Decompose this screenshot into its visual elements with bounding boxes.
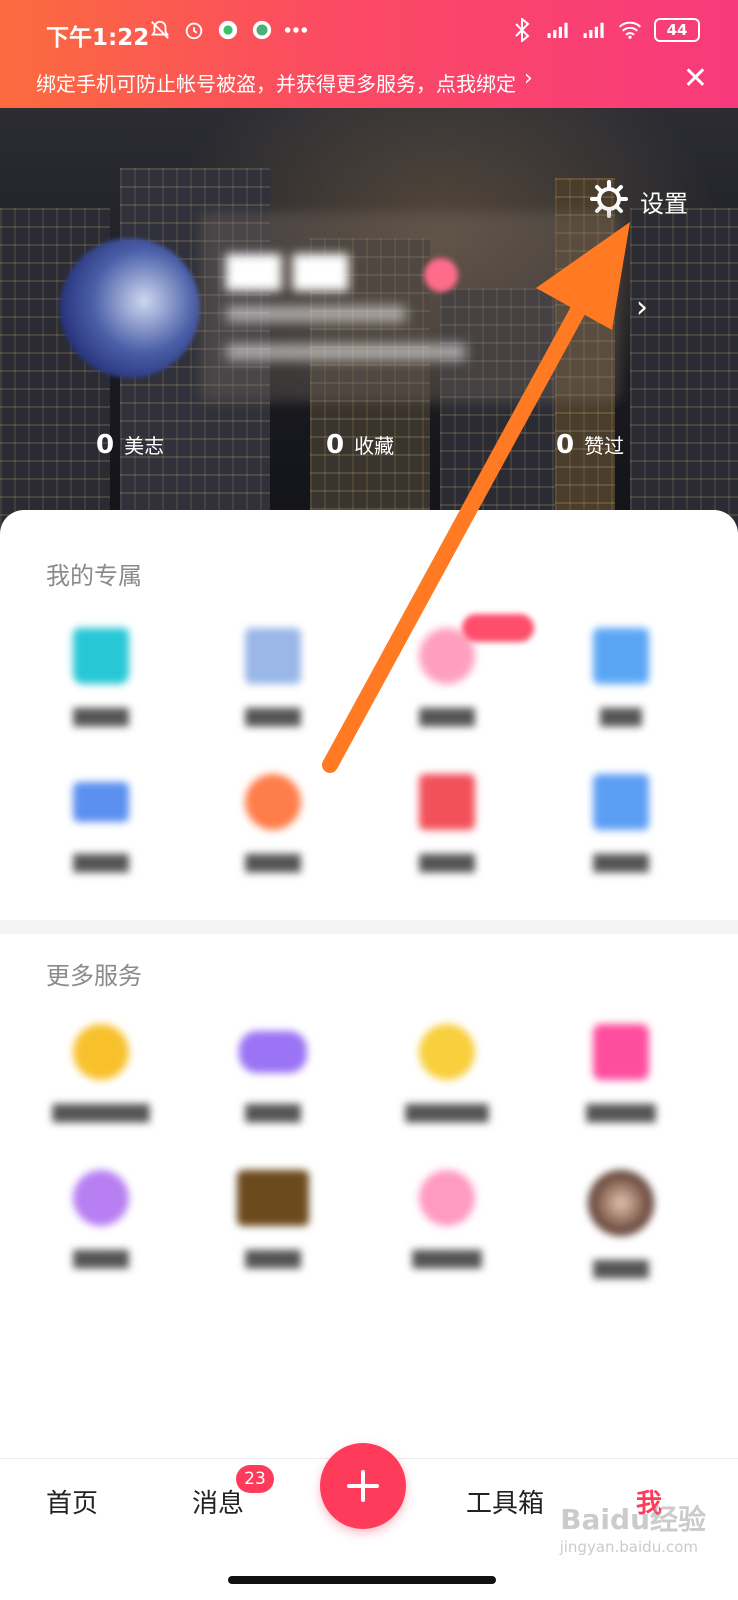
app-icon — [216, 18, 240, 42]
nav-toolbox[interactable]: 工具箱 — [466, 1483, 544, 1520]
grid-item[interactable]: ▇▇▇▇▇ — [372, 1170, 522, 1269]
grid-item[interactable]: ▇▇▇▇ — [26, 774, 176, 873]
grid-item[interactable]: ▇▇▇▇ — [198, 1170, 348, 1269]
grid-item[interactable]: ▇▇▇▇ — [198, 1024, 348, 1123]
grid-item-label-blurred: ▇▇▇▇ — [73, 852, 129, 873]
grid-item[interactable]: ▇▇▇▇▇▇ — [372, 1024, 522, 1123]
grid-item[interactable]: ▇▇▇▇ — [26, 1170, 176, 1269]
grid-item-label-blurred: ▇▇▇▇ — [593, 852, 649, 873]
user-follow-stats-blurred — [226, 344, 466, 360]
grid-item[interactable]: ▇▇▇▇ — [546, 774, 696, 873]
grid-item-label-blurred: ▇▇▇▇ — [245, 1102, 301, 1123]
stat-value: 0 — [96, 430, 115, 460]
stat-label: 美志 — [124, 434, 165, 458]
watermark-url: jingyan.baidu.com — [559, 1538, 698, 1556]
grid-item-label-blurred: ▇▇▇▇ — [245, 852, 301, 873]
avatar[interactable] — [60, 238, 200, 378]
more-dots-icon — [284, 18, 308, 42]
bluetooth-icon — [510, 18, 534, 42]
section-title-more-services: 更多服务 — [46, 962, 142, 990]
grid-item[interactable]: ▇▇▇▇ — [198, 774, 348, 873]
new-tag-badge — [462, 614, 534, 642]
profile-stats: 0 美志 0 收藏 0 赞过 — [0, 430, 738, 470]
stat-label: 收藏 — [354, 434, 395, 458]
stat-value: 0 — [326, 430, 345, 460]
grid-item[interactable]: ▇▇▇▇▇ — [546, 1024, 696, 1123]
grid-item-label-blurred: ▇▇▇▇ — [73, 1248, 129, 1269]
grid-item[interactable]: ▇▇▇▇ — [372, 774, 522, 873]
daily-icon — [73, 1170, 129, 1226]
gamepad-icon — [239, 1031, 307, 1073]
status-left-icons — [148, 18, 308, 42]
grid-item[interactable]: ▇▇▇▇ — [372, 628, 522, 727]
order-icon — [593, 774, 649, 830]
status-time: 下午1:22 — [46, 25, 150, 51]
couple-photo-icon — [588, 1170, 654, 1236]
vip-badge-icon — [424, 258, 458, 292]
watermark-main: Baidu经验 — [560, 1503, 706, 1536]
section-separator — [0, 920, 738, 934]
bind-phone-text[interactable]: 绑定手机可防止帐号被盗，并获得更多服务，点我绑定 — [36, 68, 516, 97]
bind-phone-banner[interactable]: 绑定手机可防止帐号被盗，并获得更多服务，点我绑定 › ✕ — [0, 62, 738, 106]
battery-indicator: 44 — [654, 18, 700, 42]
watermark-icon — [245, 628, 301, 684]
template-icon — [593, 628, 649, 684]
nav-home[interactable]: 首页 — [46, 1483, 98, 1520]
stat-label: 赞过 — [584, 434, 625, 458]
gift-icon — [419, 774, 475, 830]
grid-item-label-blurred: ▇▇▇▇▇▇▇ — [52, 1102, 150, 1123]
wifi-icon — [618, 18, 642, 42]
status-bar: 下午1:22 44 — [0, 0, 738, 62]
chevron-right-icon: › — [524, 66, 533, 91]
ai-face-icon — [419, 1170, 475, 1226]
coin-icon — [419, 1024, 475, 1080]
section-title-exclusive: 我的专属 — [46, 562, 142, 590]
grid-item[interactable]: ▇▇▇▇▇▇▇ — [26, 1024, 176, 1123]
create-post-button[interactable] — [320, 1443, 406, 1529]
alarm-icon — [182, 18, 206, 42]
chevron-right-icon[interactable]: › — [636, 290, 648, 325]
challenge-icon — [593, 1024, 649, 1080]
grid-item-label-blurred: ▇▇▇▇ — [593, 1258, 649, 1279]
background-building — [630, 208, 738, 538]
grid-item-label-blurred: ▇▇▇▇ — [419, 706, 475, 727]
status-right-icons: 44 — [510, 18, 700, 42]
stat-value: 0 — [556, 430, 575, 460]
stat-favorites[interactable]: 0 收藏 — [326, 430, 394, 460]
grid-item-label-blurred: ▇▇▇▇▇▇ — [405, 1102, 489, 1123]
grid-item[interactable]: ▇▇▇ — [546, 628, 696, 727]
chat-icon — [250, 18, 274, 42]
grid-item-label-blurred: ▇▇▇▇▇ — [412, 1248, 482, 1269]
poster-icon — [237, 1170, 309, 1226]
signal-hd-icon — [582, 18, 606, 42]
nav-messages[interactable]: 消息 — [192, 1483, 244, 1520]
messages-badge: 23 — [236, 1465, 274, 1493]
grid-item[interactable]: ▇▇▇▇ — [26, 628, 176, 727]
settings-label[interactable]: 设置 — [640, 184, 688, 219]
bag-icon — [73, 628, 129, 684]
grid-item[interactable]: ▇▇▇▇ — [546, 1170, 696, 1279]
grid-item-label-blurred: ▇▇▇ — [600, 706, 642, 727]
home-indicator — [228, 1576, 496, 1584]
grid-item-label-blurred: ▇▇▇▇ — [419, 852, 475, 873]
stat-liked[interactable]: 0 赞过 — [556, 430, 624, 460]
grid-item-label-blurred: ▇▇▇▇ — [245, 1248, 301, 1269]
bell-off-icon — [148, 18, 172, 42]
signal-hd-icon — [546, 18, 570, 42]
custom-icon — [245, 774, 301, 830]
medal-icon — [73, 1024, 129, 1080]
stat-meizhi[interactable]: 0 美志 — [96, 430, 164, 460]
grid-item[interactable]: ▇▇▇▇ — [198, 628, 348, 727]
username-blurred: ▇▇ ▇▇ — [226, 250, 349, 291]
user-id-blurred — [226, 306, 406, 322]
grid-item-label-blurred: ▇▇▇▇▇ — [586, 1102, 656, 1123]
close-banner-button[interactable]: ✕ — [683, 64, 708, 94]
grid-item-label-blurred: ▇▇▇▇ — [73, 706, 129, 727]
wallet-icon — [73, 782, 129, 822]
plus-icon — [347, 1470, 379, 1502]
grid-item-label-blurred: ▇▇▇▇ — [245, 706, 301, 727]
